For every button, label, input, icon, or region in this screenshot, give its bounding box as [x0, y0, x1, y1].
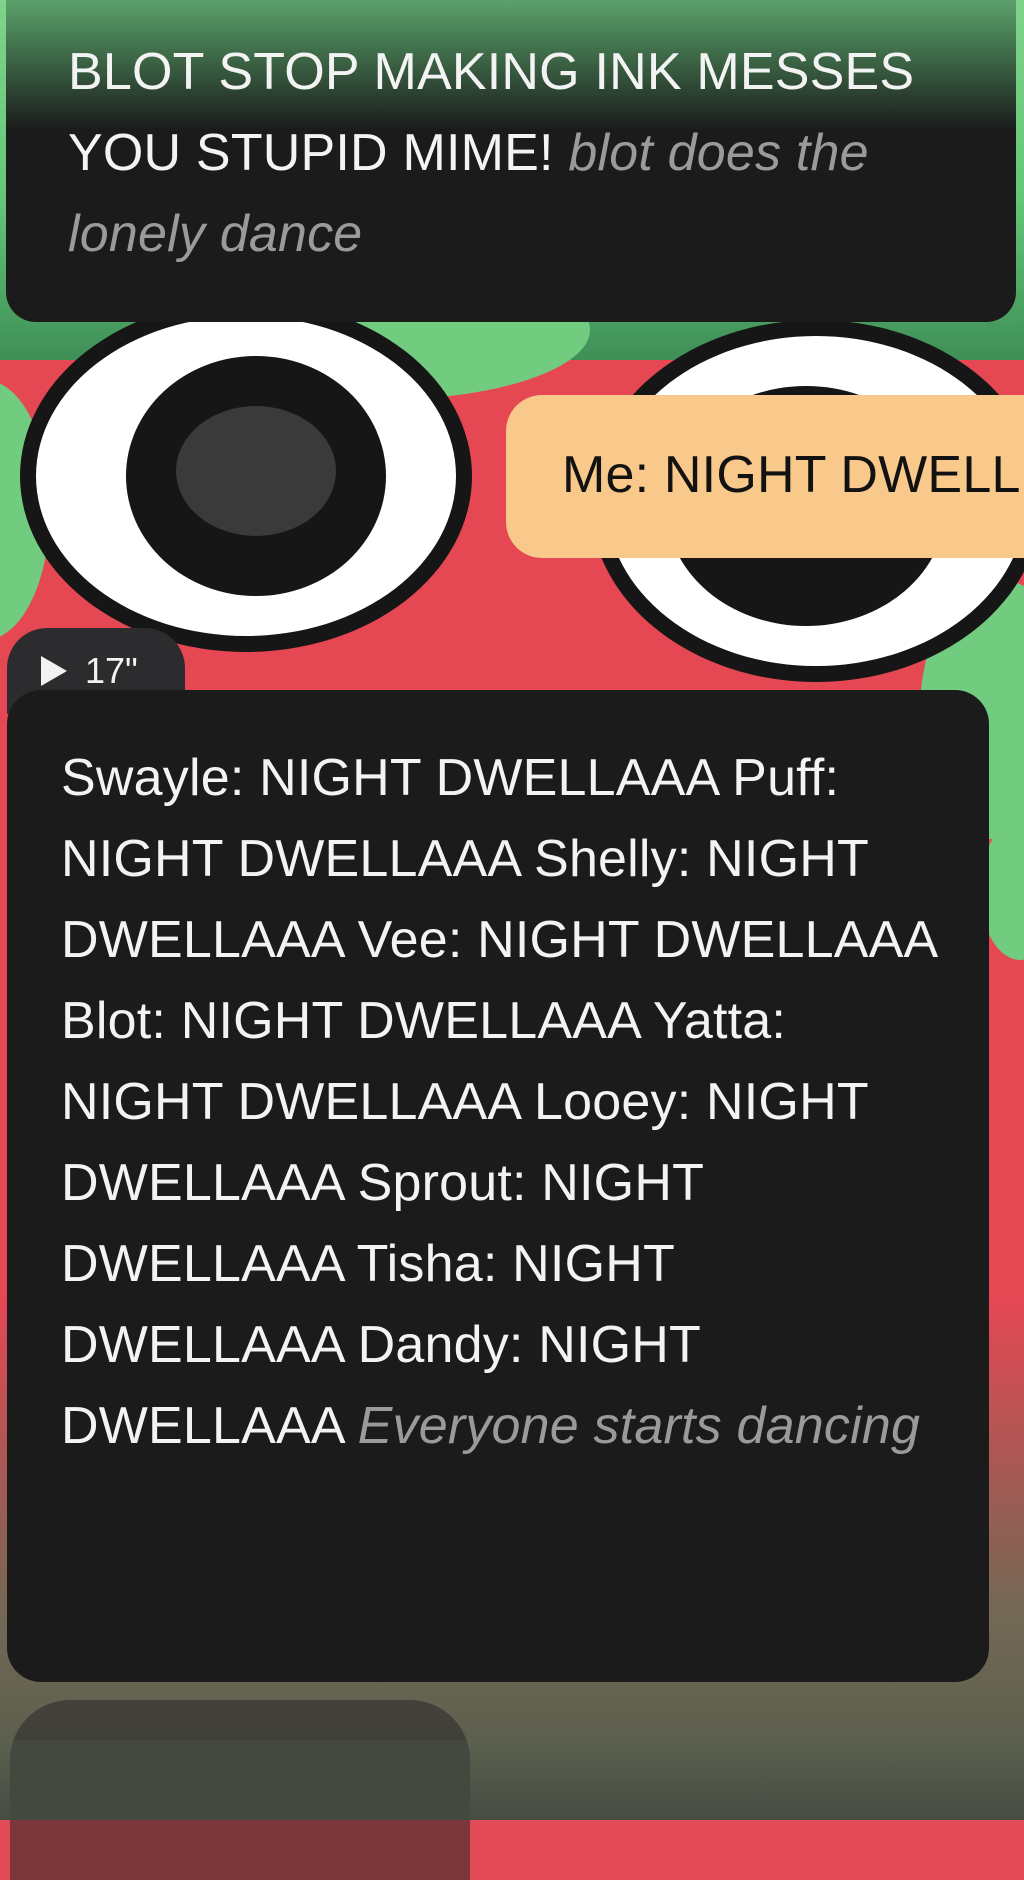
background-pupil: [126, 356, 386, 596]
character-message-bubble[interactable]: BLOT STOP MAKING INK MESSES YOU STUPID M…: [6, 0, 1016, 322]
message-text: Swayle: NIGHT DWELLAAA Puff: NIGHT DWELL…: [61, 749, 936, 1455]
background-pupil-highlight: [176, 406, 336, 536]
play-icon: [41, 656, 67, 686]
message-text: Me: NIGHT DWELL: [562, 446, 1021, 504]
user-message-bubble[interactable]: Me: NIGHT DWELL: [506, 395, 1024, 558]
bottom-input-area-partial: [0, 1740, 1024, 1820]
background-eye-left: [20, 300, 472, 652]
message-action-text: Everyone starts dancing: [357, 1397, 921, 1455]
message-content: BLOT STOP MAKING INK MESSES YOU STUPID M…: [68, 32, 976, 275]
character-message-bubble[interactable]: Swayle: NIGHT DWELLAAA Puff: NIGHT DWELL…: [7, 690, 989, 1682]
